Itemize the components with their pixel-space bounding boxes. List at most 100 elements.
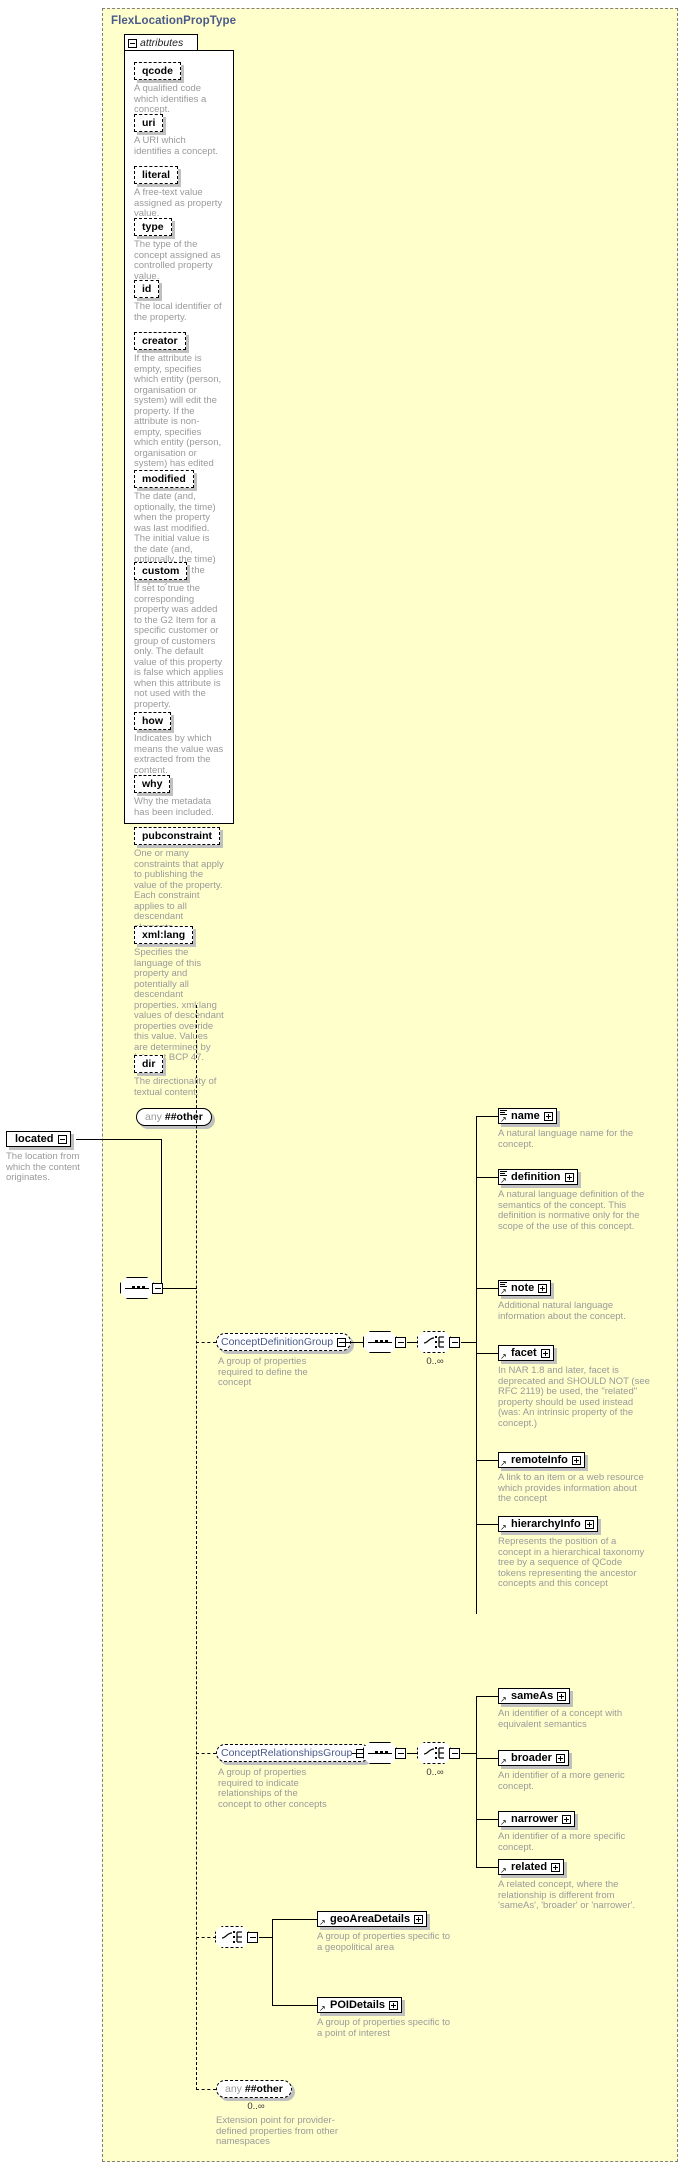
element-hierarchyinfo[interactable]: ↗ hierarchyInfo Represents the position … <box>498 1516 650 1590</box>
attribute-pubconstraint[interactable]: pubconstraint One or many constraints th… <box>134 827 224 933</box>
attribute-custom[interactable]: custom If set to true the corresponding … <box>134 562 224 710</box>
element-definition-box[interactable]: ↗ definition <box>498 1169 578 1185</box>
expand-plus-icon[interactable] <box>557 1691 567 1701</box>
compositor-choice-definition[interactable] <box>417 1331 461 1356</box>
attributes-tab[interactable]: attributes <box>124 34 198 51</box>
attribute-literal-name[interactable]: literal <box>134 166 179 184</box>
collapse-minus-icon[interactable] <box>128 38 137 48</box>
attribute-type[interactable]: type The type of the concept assigned as… <box>134 218 224 282</box>
connector-member-note <box>476 1288 499 1289</box>
element-remoteinfo[interactable]: ↗ remoteInfo A link to an item or a web … <box>498 1452 650 1505</box>
attribute-xml-lang[interactable]: xml:lang Specifies the language of this … <box>134 926 224 1064</box>
element-note-box[interactable]: ↗ note <box>498 1280 552 1296</box>
element-name-box[interactable]: ↗ name <box>498 1108 557 1124</box>
attribute-qcode-name[interactable]: qcode <box>134 62 181 80</box>
element-related-box[interactable]: ↗ related <box>498 1859 565 1875</box>
attribute-pubconstraint-name[interactable]: pubconstraint <box>134 827 220 845</box>
attribute-dir[interactable]: dir The directionality of textual conten… <box>134 1055 224 1098</box>
expand-plus-icon[interactable] <box>414 1914 424 1924</box>
arrow-icon: ↗ <box>500 1818 507 1827</box>
element-related-label: related <box>511 1860 548 1873</box>
any-other-box[interactable]: any ##other <box>136 1108 212 1126</box>
expand-plus-icon[interactable] <box>540 1348 550 1358</box>
expand-plus-icon[interactable] <box>562 1814 572 1824</box>
attribute-creator[interactable]: creator If the attribute is empty, speci… <box>134 332 224 480</box>
attribute-type-name[interactable]: type <box>134 218 172 236</box>
expand-plus-icon[interactable] <box>543 1111 553 1121</box>
attribute-qcode[interactable]: qcode A qualified code which identifies … <box>134 62 224 116</box>
attribute-uri-name[interactable]: uri <box>134 114 164 132</box>
element-narrower[interactable]: ↗ narrower An identifier of a more speci… <box>498 1811 650 1853</box>
element-related[interactable]: ↗ related A related concept, where the r… <box>498 1859 650 1912</box>
connector-member-narrower <box>476 1819 499 1820</box>
compositor-choice-relationships[interactable] <box>417 1742 461 1767</box>
collapse-minus-icon[interactable] <box>57 1134 67 1144</box>
attribute-any-other[interactable]: any ##other <box>136 1108 212 1126</box>
compositor-sequence-relationships[interactable] <box>363 1742 407 1767</box>
element-remoteinfo-box[interactable]: ↗ remoteInfo <box>498 1452 585 1468</box>
element-name[interactable]: ↗ name A natural language name for the c… <box>498 1108 650 1150</box>
compositor-sequence-root[interactable] <box>120 1277 164 1302</box>
compositor-sequence-definition[interactable] <box>363 1331 407 1356</box>
attribute-how[interactable]: how Indicates by which means the value w… <box>134 712 224 776</box>
attribute-literal[interactable]: literal A free-text value assigned as pr… <box>134 166 224 220</box>
element-poidetails-box[interactable]: ↗ POIDetails <box>317 1997 403 2013</box>
expand-plus-icon[interactable] <box>564 1172 574 1182</box>
attribute-creator-name[interactable]: creator <box>134 332 186 350</box>
sequence-icon <box>368 1751 392 1754</box>
group-concept-definition[interactable]: ConceptDefinitionGroup <box>216 1333 352 1351</box>
element-sameas[interactable]: ↗ sameAs An identifier of a concept with… <box>498 1688 650 1730</box>
expand-plus-icon[interactable] <box>555 1753 565 1763</box>
element-located-box[interactable]: located <box>6 1131 71 1147</box>
attribute-custom-name[interactable]: custom <box>134 562 188 580</box>
element-definition[interactable]: ↗ definition A natural language definiti… <box>498 1169 650 1232</box>
attribute-how-name[interactable]: how <box>134 712 171 730</box>
connector-relationships-member-spine <box>476 1696 477 1868</box>
attribute-dir-name[interactable]: dir <box>134 1055 164 1073</box>
element-narrower-box[interactable]: ↗ narrower <box>498 1811 576 1827</box>
connector-member-related <box>476 1867 499 1868</box>
group-concept-definition-desc: A group of properties required to define… <box>218 1356 308 1388</box>
element-any-other-trailing[interactable]: any ##other 0..∞ Extension point for pro… <box>216 2080 346 2148</box>
connector-member-name <box>476 1116 499 1117</box>
element-broader-box[interactable]: ↗ broader <box>498 1750 569 1766</box>
collapse-minus-icon[interactable] <box>395 1337 406 1348</box>
collapse-minus-icon[interactable] <box>449 1337 460 1348</box>
element-facet[interactable]: ↗ facet In NAR 1.8 and later, facet is d… <box>498 1345 650 1429</box>
attribute-xml-lang-name[interactable]: xml:lang <box>134 926 194 944</box>
attribute-id[interactable]: id The local identifier of the property. <box>134 280 224 323</box>
element-broader[interactable]: ↗ broader An identifier of a more generi… <box>498 1750 650 1792</box>
attribute-uri[interactable]: uri A URI which identifies a concept. <box>134 114 224 157</box>
element-poidetails[interactable]: ↗ POIDetails A group of properties speci… <box>217 1997 457 2039</box>
collapse-minus-icon[interactable] <box>395 1748 406 1759</box>
expand-plus-icon[interactable] <box>551 1862 561 1872</box>
element-facet-box[interactable]: ↗ facet <box>498 1345 554 1361</box>
expand-plus-icon[interactable] <box>571 1455 581 1465</box>
expand-plus-icon[interactable] <box>584 1519 594 1529</box>
attribute-type-desc: The type of the concept assigned as cont… <box>134 239 221 282</box>
element-any-other-desc: Extension point for provider-defined pro… <box>216 2115 338 2147</box>
any-keyword: any <box>225 2083 242 2095</box>
collapse-minus-icon[interactable] <box>152 1283 163 1294</box>
attribute-why[interactable]: why Why the metadata has been included. <box>134 775 224 818</box>
expand-plus-icon[interactable] <box>538 1283 548 1293</box>
element-sameas-box[interactable]: ↗ sameAs <box>498 1688 571 1704</box>
connector-member-sameas <box>476 1696 499 1697</box>
expand-plus-icon[interactable] <box>389 2000 399 2010</box>
any-other-trailing-box[interactable]: any ##other <box>216 2080 292 2098</box>
attribute-id-name[interactable]: id <box>134 280 160 298</box>
element-geoareadetails[interactable]: ↗ geoAreaDetails A group of properties s… <box>217 1911 457 1953</box>
arrow-icon: ↗ <box>500 1866 507 1875</box>
element-remoteinfo-label: remoteInfo <box>511 1453 568 1466</box>
connector-member-definition <box>476 1177 499 1178</box>
element-geoareadetails-box[interactable]: ↗ geoAreaDetails <box>317 1911 428 1927</box>
element-hierarchyinfo-box[interactable]: ↗ hierarchyInfo <box>498 1516 598 1532</box>
group-concept-relationships[interactable]: ConceptRelationshipsGroup <box>216 1744 371 1762</box>
sequence-icon <box>125 1286 149 1289</box>
collapse-minus-icon[interactable] <box>449 1748 460 1759</box>
element-definition-label: definition <box>511 1170 561 1183</box>
attribute-why-name[interactable]: why <box>134 775 171 793</box>
element-narrower-label: narrower <box>511 1812 559 1825</box>
attribute-modified-name[interactable]: modified <box>134 470 194 488</box>
element-note[interactable]: ↗ note Additional natural language infor… <box>498 1280 650 1322</box>
